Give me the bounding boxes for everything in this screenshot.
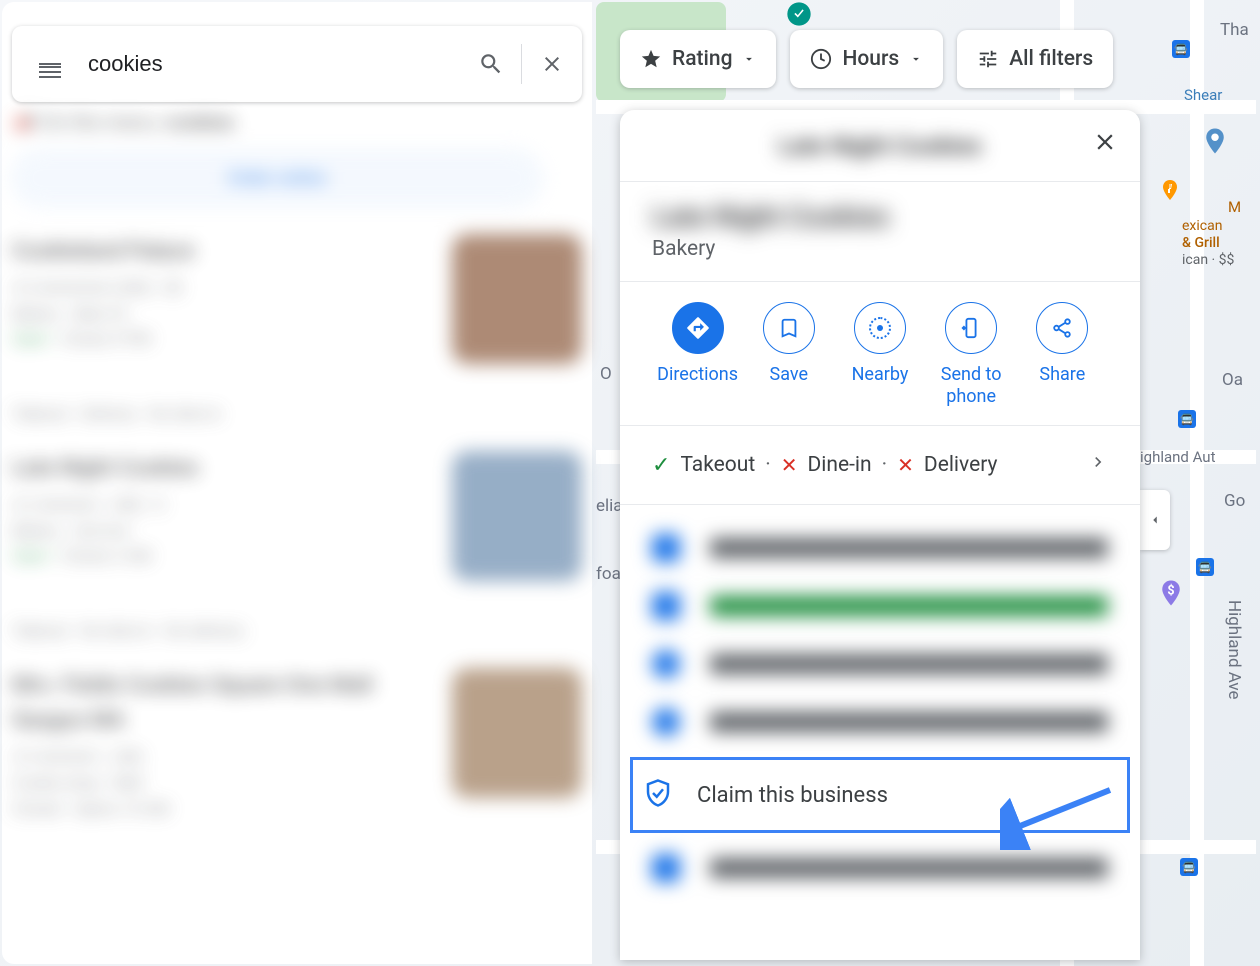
detail-header: Late Night Cookies <box>620 110 1140 182</box>
poi-highland-auto: ighland Aut <box>1140 448 1215 466</box>
action-save[interactable]: Save <box>744 302 834 407</box>
shield-check-icon <box>643 778 673 812</box>
poi-m: M <box>1228 198 1241 216</box>
result-thumb <box>452 234 582 364</box>
service-options-row[interactable]: ✓ Takeout · ✕ Dine-in · ✕ Delivery <box>652 426 1108 504</box>
business-category: Bakery <box>652 237 1108 261</box>
menu-line: 📣 On the menu: cookies <box>12 110 582 134</box>
check-icon: ✓ <box>652 453 670 478</box>
result-thumb <box>452 668 582 798</box>
chevron-left-icon <box>1148 513 1162 527</box>
star-icon <box>640 48 662 70</box>
teal-pin-icon[interactable] <box>785 0 813 28</box>
info-extra-row[interactable] <box>652 839 1108 897</box>
close-panel-button[interactable] <box>1092 129 1118 162</box>
order-online-button[interactable]: Order online <box>12 150 542 206</box>
street-label-highland: Highland Ave <box>1224 600 1244 700</box>
result-card[interactable]: Cookieland Palace4.5 ★★★★★ (200) · $$Bak… <box>12 234 582 364</box>
claim-label: Claim this business <box>697 783 888 808</box>
x-icon: ✕ <box>781 453 798 477</box>
poi-grill[interactable]: exican & Grill ican · $$ <box>1182 218 1234 268</box>
info-hours-row[interactable] <box>652 577 1108 635</box>
search-button[interactable] <box>461 51 521 77</box>
poi-grill-line3: ican · $$ <box>1182 252 1234 268</box>
bus-stop-icon[interactable]: 🚍 <box>1196 558 1214 576</box>
svg-text:$: $ <box>1167 583 1174 598</box>
close-icon <box>1092 129 1118 155</box>
bus-stop-icon[interactable]: 🚍 <box>1180 858 1198 876</box>
street-label-o: O <box>600 364 612 384</box>
chevron-down-icon <box>909 52 923 66</box>
close-search-button[interactable] <box>522 52 582 76</box>
street-label-tha: Tha <box>1220 20 1249 40</box>
search-input[interactable] <box>88 51 461 77</box>
street-label-foa: foa <box>596 564 621 584</box>
search-icon <box>478 51 504 77</box>
info-website-row[interactable] <box>652 693 1108 751</box>
service-dinein: Dine-in <box>808 453 872 477</box>
info-address-row[interactable] <box>652 519 1108 577</box>
business-name: Late Night Cookies <box>652 200 1108 233</box>
action-nearby[interactable]: Nearby <box>835 302 925 407</box>
bus-stop-icon[interactable]: 🚍 <box>1178 410 1196 428</box>
phone-icon <box>960 317 982 339</box>
collapse-panel-tab[interactable] <box>1140 490 1170 550</box>
money-pin-icon[interactable]: $ <box>1156 578 1186 608</box>
tune-icon <box>977 48 999 70</box>
clock-icon <box>810 48 832 70</box>
claim-business-row[interactable]: Claim this business <box>630 757 1130 833</box>
results-panel: 📣 On the menu: cookies Order online Cook… <box>2 2 592 964</box>
bookmark-icon <box>778 317 800 339</box>
menu-button[interactable] <box>12 60 88 68</box>
results-list[interactable]: 📣 On the menu: cookies Order online Cook… <box>12 110 582 954</box>
service-takeout: Takeout <box>680 453 755 477</box>
action-send-to-phone[interactable]: Send to phone <box>926 302 1016 407</box>
nearby-icon <box>868 316 892 340</box>
chip-all-filters[interactable]: All filters <box>957 30 1113 88</box>
street-label-go: Go <box>1224 491 1245 511</box>
close-icon <box>540 52 564 76</box>
service-delivery: Delivery <box>924 453 998 477</box>
business-detail-panel: Late Night Cookies Late Night Cookies Ba… <box>620 110 1140 960</box>
chip-rating[interactable]: Rating <box>620 30 776 88</box>
result-card[interactable]: Mrs. Fields Cookies Square One Mall Saug… <box>12 668 582 821</box>
action-share[interactable]: Share <box>1017 302 1107 407</box>
poi-shear: Shear <box>1184 86 1222 104</box>
directions-icon <box>685 315 711 341</box>
share-icon <box>1051 317 1073 339</box>
result-card[interactable]: Late Night Cookies4.2 ★★★★☆ (85) · $Bake… <box>12 451 582 581</box>
chip-hours[interactable]: Hours <box>790 30 943 88</box>
info-phone-row[interactable] <box>652 635 1108 693</box>
search-bar <box>12 26 582 102</box>
action-directions[interactable]: Directions <box>653 302 743 407</box>
chevron-right-icon <box>1088 452 1108 478</box>
actions-row: Directions Save Nearby Send to phone <box>652 282 1108 425</box>
result-thumb <box>452 451 582 581</box>
poi-grill-line2: & Grill <box>1182 235 1220 251</box>
chevron-down-icon <box>742 52 756 66</box>
poi-grill-line1: exican <box>1182 218 1222 234</box>
x-icon: ✕ <box>897 453 914 477</box>
bus-stop-icon[interactable]: 🚍 <box>1172 40 1190 58</box>
business-pin-icon[interactable] <box>1200 126 1230 156</box>
restaurant-pin-icon[interactable] <box>1158 178 1182 202</box>
detail-header-title: Late Night Cookies <box>778 132 982 160</box>
street-label-oa: Oa <box>1222 370 1243 390</box>
filter-chips: Rating Hours All filters <box>620 30 1113 88</box>
